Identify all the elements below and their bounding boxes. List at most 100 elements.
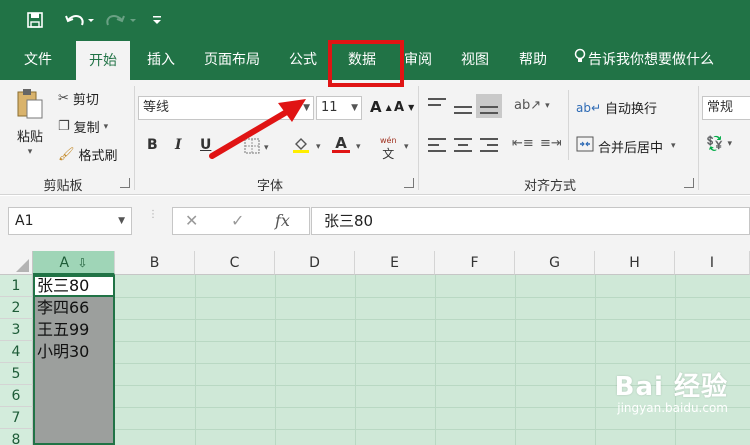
- alignment-group-label: 对齐方式: [523, 179, 576, 194]
- tab-home[interactable]: 开始: [76, 40, 130, 80]
- increase-indent-button[interactable]: ≡⇥: [540, 136, 562, 151]
- paste-button[interactable]: 粘贴 ▾: [10, 88, 50, 157]
- fill-color-button[interactable]: [292, 135, 310, 157]
- tab-help[interactable]: 帮助: [508, 40, 558, 80]
- font-launcher-icon[interactable]: [404, 178, 414, 188]
- column-header-f[interactable]: F: [435, 251, 515, 275]
- align-center-icon[interactable]: [454, 138, 472, 152]
- column-header-d[interactable]: D: [275, 251, 355, 275]
- grow-font-button[interactable]: A ▲: [370, 98, 392, 116]
- chevron-down-icon[interactable]: ▾: [356, 142, 361, 152]
- cell-a2[interactable]: 李四66: [37, 297, 89, 319]
- merge-icon: [576, 136, 594, 156]
- chevron-down-icon: ▼: [351, 103, 358, 113]
- undo-icon[interactable]: [62, 10, 96, 30]
- font-size-value: 11: [321, 100, 338, 115]
- column-header-i[interactable]: I: [675, 251, 750, 275]
- chevron-down-icon[interactable]: ▾: [404, 142, 409, 152]
- format-painter-button[interactable]: 🖌 格式刷: [58, 145, 118, 164]
- column-header-e[interactable]: E: [355, 251, 435, 275]
- gridline: [355, 275, 356, 445]
- selection-highlight: [115, 275, 750, 445]
- clipboard-launcher-icon[interactable]: [120, 178, 130, 188]
- orientation-button[interactable]: ab↗ ▾: [514, 98, 550, 113]
- row-header-1[interactable]: 1: [0, 275, 33, 297]
- merge-center-button[interactable]: 合并后居中 ▾: [576, 136, 676, 156]
- customize-icon[interactable]: [150, 10, 164, 30]
- chevron-down-icon: ▼: [303, 103, 310, 113]
- accounting-format-button[interactable]: 💱 ▾: [706, 136, 732, 152]
- column-header-c[interactable]: C: [195, 251, 275, 275]
- select-all-button[interactable]: [0, 251, 33, 275]
- formula-bar-grip-icon[interactable]: ⋮: [148, 210, 158, 230]
- cut-label: 剪切: [72, 93, 99, 108]
- cut-button[interactable]: ✂ 剪切: [58, 89, 99, 108]
- cell-a1[interactable]: 张三80: [37, 275, 89, 297]
- align-bottom-button[interactable]: [476, 94, 502, 118]
- align-right-icon[interactable]: [480, 138, 498, 152]
- borders-button[interactable]: ▾: [244, 138, 269, 158]
- font-size-select[interactable]: 11 ▼: [316, 96, 362, 120]
- row-header-8[interactable]: 8: [0, 429, 33, 445]
- format-painter-label: 格式刷: [78, 149, 118, 164]
- align-middle-icon[interactable]: [454, 100, 472, 114]
- tab-insert[interactable]: 插入: [135, 40, 187, 80]
- wrap-text-button[interactable]: ab↵ 自动换行: [576, 98, 658, 118]
- gridline: [33, 429, 750, 430]
- copy-button[interactable]: ❐ 复制 ▾: [58, 117, 108, 136]
- row-header-3[interactable]: 3: [0, 319, 33, 341]
- font-name-select[interactable]: 等线 ▼: [138, 96, 314, 120]
- save-icon[interactable]: [24, 10, 46, 30]
- orientation-icon: ab↗: [514, 98, 542, 113]
- clipboard-icon: [15, 88, 45, 124]
- column-header-b[interactable]: B: [115, 251, 195, 275]
- worksheet-grid: A ⇩ B C D E F G H I 1 2 3 4 5 6 7 8 张三80…: [0, 251, 750, 445]
- shrink-font-button[interactable]: A ▼: [394, 100, 414, 115]
- name-box[interactable]: A1 ▼: [8, 207, 132, 235]
- cancel-icon[interactable]: ✕: [185, 211, 198, 230]
- bold-button[interactable]: B: [147, 137, 158, 153]
- column-header-g[interactable]: G: [515, 251, 595, 275]
- row-header-2[interactable]: 2: [0, 297, 33, 319]
- align-top-icon[interactable]: [428, 98, 446, 112]
- alignment-launcher-icon[interactable]: [684, 178, 694, 188]
- formula-input[interactable]: 张三80: [311, 207, 750, 235]
- tab-view[interactable]: 视图: [450, 40, 500, 80]
- decrease-indent-button[interactable]: ⇤≡: [512, 136, 534, 151]
- currency-icon: 💱: [706, 136, 724, 152]
- gridline: [435, 275, 436, 445]
- chevron-down-icon[interactable]: ▾: [316, 142, 321, 152]
- gridline: [33, 341, 750, 342]
- insert-function-icon[interactable]: fx: [275, 211, 290, 230]
- enter-icon[interactable]: ✓: [231, 211, 244, 230]
- column-header-a[interactable]: A ⇩: [33, 251, 115, 275]
- wrap-text-icon: ab↵: [576, 100, 602, 115]
- cell-a4[interactable]: 小明30: [37, 341, 89, 363]
- lightbulb-icon: [574, 40, 588, 80]
- redo-icon[interactable]: [104, 10, 138, 30]
- align-left-icon[interactable]: [428, 138, 446, 152]
- gridline: [515, 275, 516, 445]
- align-bottom-icon: [480, 100, 498, 114]
- underline-button[interactable]: U: [200, 137, 211, 153]
- number-format-select[interactable]: 常规: [702, 96, 750, 120]
- row-header-4[interactable]: 4: [0, 341, 33, 363]
- column-header-h[interactable]: H: [595, 251, 675, 275]
- phonetic-icon: 文: [382, 147, 395, 161]
- wrap-text-label: 自动换行: [605, 102, 658, 117]
- chevron-down-icon: ▾: [545, 100, 550, 111]
- italic-button[interactable]: I: [175, 137, 182, 153]
- tab-formulas[interactable]: 公式: [278, 40, 328, 80]
- tab-page-layout[interactable]: 页面布局: [192, 40, 272, 80]
- row-header-7[interactable]: 7: [0, 407, 33, 429]
- tell-me-search[interactable]: 告诉我你想要做什么: [570, 40, 750, 80]
- ribbon: 粘贴 ▾ ✂ 剪切 ❐ 复制 ▾ 🖌 格式刷 剪贴板 等线 ▼ 11 ▼ A ▲ …: [0, 80, 750, 195]
- row-header-5[interactable]: 5: [0, 363, 33, 385]
- cell-a3[interactable]: 王五99: [37, 319, 89, 341]
- divider: [134, 86, 135, 190]
- tab-file[interactable]: 文件: [10, 40, 66, 80]
- font-color-button[interactable]: A: [332, 134, 350, 153]
- phonetic-button[interactable]: wén 文: [380, 136, 397, 162]
- row-header-6[interactable]: 6: [0, 385, 33, 407]
- grow-font-icon: A: [370, 98, 382, 116]
